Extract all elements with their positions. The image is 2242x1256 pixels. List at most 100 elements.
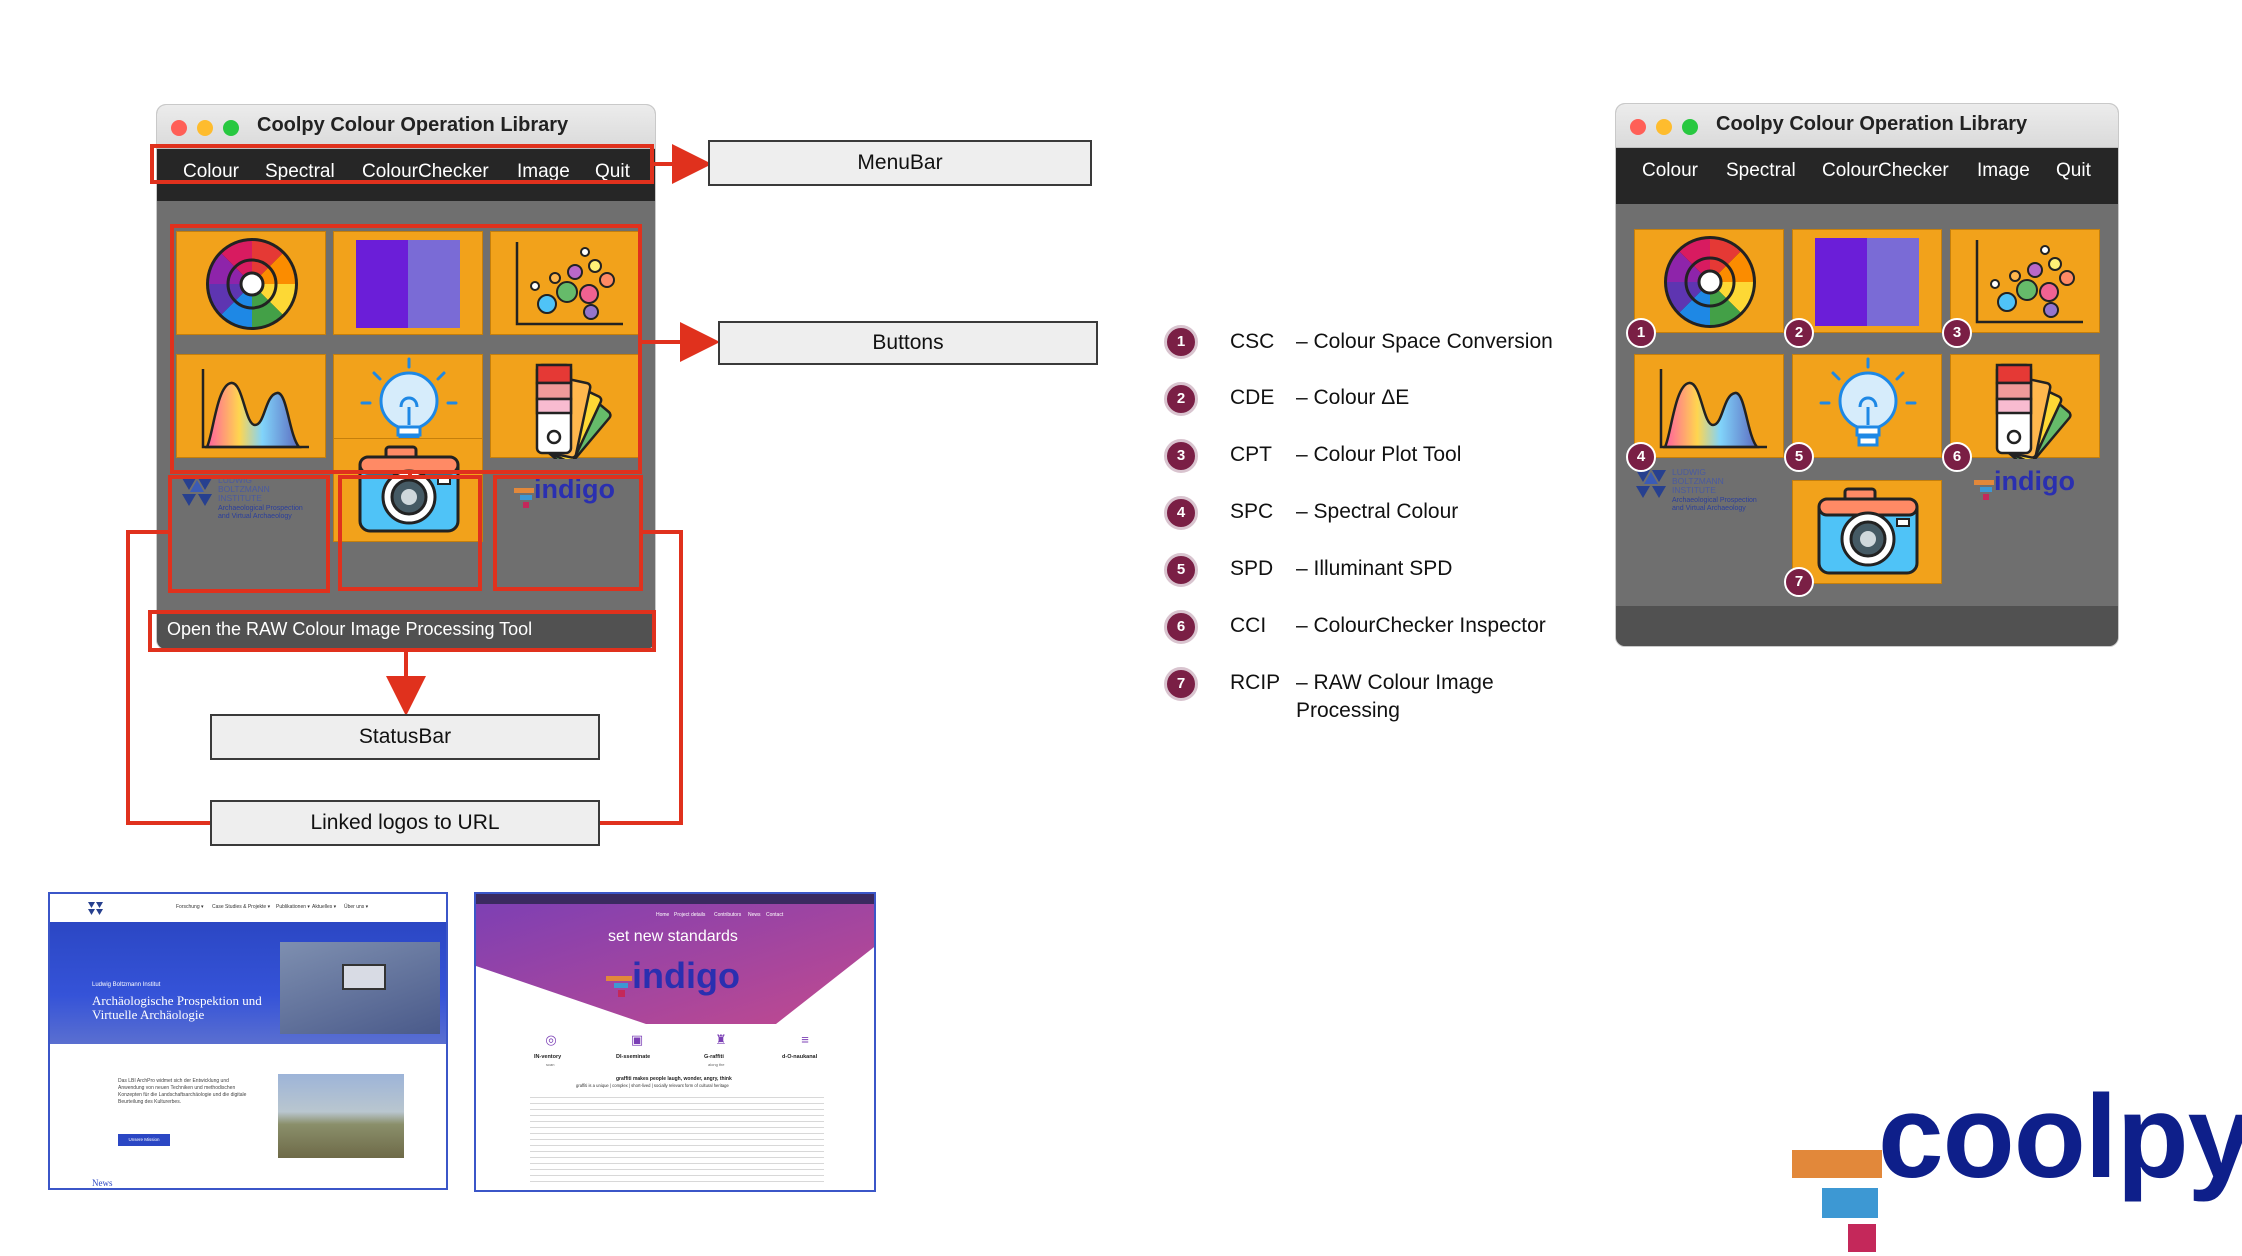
indigo-tagline: graffiti makes people laugh, wonder, ang… [616,1076,732,1082]
colour-plot-tool-button-2[interactable] [1950,229,2100,333]
badge-1: 1 [1626,318,1656,348]
indigo-body-text-block [530,1092,824,1184]
menu-image[interactable]: Image [517,161,570,183]
maximize-window-button[interactable] [223,120,239,136]
svg-text:INSTITUTE: INSTITUTE [1672,485,1716,495]
lbi-site-header: Forschung ▾ Case Studies & Projekte ▾ Pu… [50,894,446,922]
indigo-logo-icon: indigo [514,474,615,508]
lbi-hero-vehicle-image [342,964,386,990]
coolpy-logo-orange-bar [1792,1150,1882,1178]
colour-space-conversion-button[interactable] [176,231,326,335]
feature-inventory-title: IN-ventory [534,1054,562,1060]
legend-item-7: RCIP – RAW Colour Image [1230,671,1494,694]
indigo-nav-5[interactable]: Contact [766,912,783,918]
legend-item-4: SPC – Spectral Colour [1230,500,1459,523]
badge-6: 6 [1942,442,1972,472]
close-window-button[interactable] [171,120,187,136]
buttons-label: Buttons [718,321,1098,365]
status-message: Open the RAW Colour Image Processing Too… [167,619,533,639]
badge-3: 3 [1942,318,1972,348]
legend-badge-1: 1 [1164,325,1198,359]
lbi-archpro-logo-link-2[interactable]: LUDWIG BOLTZMANN INSTITUTE Archaeologica… [1630,430,1780,534]
lbi-logo-icon-2: LUDWIG BOLTZMANN INSTITUTE Archaeologica… [1636,467,1757,512]
raw-colour-image-processing-button[interactable] [333,438,483,542]
close-window-button-2[interactable] [1630,119,1646,135]
feature-donaukanal-title: d-O-naukanal [782,1054,818,1060]
lbi-nav-3[interactable]: Publikationen ▾ [276,904,310,910]
lbi-hero-title: Archäologische Prospektion und Virtuelle… [92,993,262,1022]
colour-delta-e-button-2[interactable] [1792,229,1942,333]
feature-graffiti-sub: along the [708,1062,725,1067]
statusbar-label: StatusBar [210,714,600,760]
legend-badge-3: 3 [1164,439,1198,473]
svg-text:INSTITUTE: INSTITUTE [218,493,262,503]
feature-inventory-sub: scan [546,1062,555,1067]
svg-text:indigo: indigo [534,474,615,504]
legend-badge-6: 6 [1164,610,1198,644]
indigo-nav-4[interactable]: News [748,912,761,918]
menu-spectral[interactable]: Spectral [265,161,335,183]
svg-text:Archaeological Prospection: Archaeological Prospection [1672,497,1757,504]
menu-colourchecker[interactable]: ColourChecker [362,161,489,183]
colour-plot-tool-button[interactable] [490,231,640,335]
legend-badge-7: 7 [1164,667,1198,701]
lbi-nav-1[interactable]: Forschung ▾ [176,904,204,910]
colour-wheel-icon-2 [1664,236,1756,328]
indigo-nav-2[interactable]: Project details [674,912,705,918]
lbi-mission-button[interactable]: Unsere Mission [118,1134,170,1146]
menu-quit[interactable]: Quit [595,161,630,183]
legend-badge-4: 4 [1164,496,1198,530]
badge-2: 2 [1784,318,1814,348]
coolpy-logo-blue-bar [1822,1188,1878,1218]
statusbar-2 [1616,606,2118,646]
lbi-nav-5[interactable]: Über uns ▾ [344,904,368,910]
lbi-hero-small-text: Ludwig Boltzmann Institut [92,982,161,988]
svg-text:indigo: indigo [1994,466,2075,496]
legend-badge-2: 2 [1164,382,1198,416]
indigo-nav-1[interactable]: Home [656,912,669,918]
menu-quit-2[interactable]: Quit [2056,160,2091,182]
indigo-headline: set new standards [608,928,738,945]
numbered-app-window: Coolpy Colour Operation Library Colour S… [1615,103,2119,647]
indigo-logo-icon-2: indigo [1974,466,2075,500]
minimize-window-button-2[interactable] [1656,119,1672,135]
window-titlebar: Coolpy Colour Operation Library [157,105,655,149]
menu-spectral-2[interactable]: Spectral [1726,160,1796,182]
lbi-website-thumbnail[interactable]: Forschung ▾ Case Studies & Projekte ▾ Pu… [48,892,448,1190]
indigo-site-logo-icon: indigo [606,955,740,997]
colour-wheel-icon [206,238,298,330]
colour-delta-e-button[interactable] [333,231,483,335]
maximize-window-button-2[interactable] [1682,119,1698,135]
illuminant-spd-button-2[interactable] [1792,354,1942,458]
lbi-tractor-photo [278,1074,404,1158]
menu-image-2[interactable]: Image [1977,160,2030,182]
colour-space-conversion-button-2[interactable] [1634,229,1784,333]
indigo-logo-link[interactable]: indigo [490,438,640,542]
linked-logos-label: Linked logos to URL [210,800,600,846]
badge-4: 4 [1626,442,1656,472]
indigo-tagline-2: graffiti is a unique | complex | short-l… [576,1083,729,1088]
menu-colourchecker-2[interactable]: ColourChecker [1822,160,1949,182]
legend-item-3: CPT – Colour Plot Tool [1230,443,1462,466]
lbi-archpro-logo-link[interactable]: LUDWIG BOLTZMANN INSTITUTE Archaeologica… [176,438,326,542]
badge-7: 7 [1784,567,1814,597]
indigo-website-thumbnail[interactable]: Home Project details Contributors News C… [474,892,876,1192]
raw-colour-image-processing-button-2[interactable] [1792,480,1942,584]
scatter-plot-icon-2 [1975,240,2083,324]
legend-item-6: CCI – ColourChecker Inspector [1230,614,1546,637]
indigo-nav-3[interactable]: Contributors [714,912,741,918]
lbi-nav-4[interactable]: Aktuelles ▾ [312,904,336,910]
window-titlebar-2: Coolpy Colour Operation Library [1616,104,2118,148]
legend-item-7-continued: Processing [1296,699,1400,722]
coolpy-logo-magenta-square [1848,1224,1876,1252]
indigo-logo-link-2[interactable]: indigo [1950,430,2100,534]
feature-disseminate-title: DI-sseminate [616,1054,651,1060]
minimize-window-button[interactable] [197,120,213,136]
menu-colour-2[interactable]: Colour [1642,160,1698,182]
menubar-2: Colour Spectral ColourChecker Image Quit [1616,148,2118,204]
svg-text:Archaeological Prospection: Archaeological Prospection [218,505,303,512]
lbi-logo-icon: LUDWIG BOLTZMANN INSTITUTE Archaeologica… [182,475,303,520]
svg-text:and Virtual Archaeology: and Virtual Archaeology [1672,505,1746,512]
lbi-nav-2[interactable]: Case Studies & Projekte ▾ [212,904,270,910]
menu-colour[interactable]: Colour [183,161,239,183]
